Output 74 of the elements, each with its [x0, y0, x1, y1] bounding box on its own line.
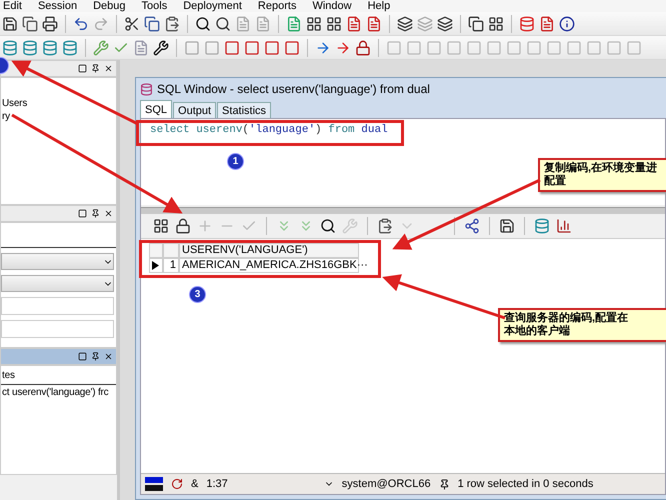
close-icon[interactable] — [104, 352, 113, 361]
grid-icon[interactable] — [153, 218, 169, 234]
save-icon[interactable] — [499, 218, 515, 234]
layers-icon[interactable] — [397, 16, 413, 32]
list-item[interactable]: ry — [1, 111, 116, 122]
database-icon[interactable] — [62, 40, 78, 56]
windows-icon[interactable] — [468, 16, 484, 32]
menu-item[interactable]: Debug — [93, 0, 126, 12]
document-icon[interactable] — [539, 16, 555, 32]
document-icon[interactable] — [346, 16, 362, 32]
tab[interactable]: SQL — [140, 100, 172, 118]
pin-icon[interactable] — [91, 64, 100, 73]
database-icon[interactable] — [2, 40, 18, 56]
column-header[interactable]: USERENV('LANGUAGE') — [179, 243, 359, 258]
grid-icon[interactable] — [488, 16, 504, 32]
pin-icon[interactable] — [91, 352, 100, 361]
status-message: 1 row selected in 0 seconds — [458, 478, 594, 490]
arrow-right-icon[interactable] — [335, 40, 351, 56]
row-number: 1 — [163, 258, 179, 273]
maximize-icon[interactable] — [78, 209, 87, 218]
database-icon[interactable] — [42, 40, 58, 56]
callout-note: 查询服务器的编码,配置在 本地的客户端 — [498, 308, 666, 342]
pin-icon[interactable] — [91, 209, 100, 218]
sql-code: select userenv('language') from dual — [150, 124, 388, 136]
copy-icon[interactable] — [144, 16, 160, 32]
sql-window-icon — [140, 82, 153, 96]
print-icon[interactable] — [42, 16, 58, 32]
arrow-right-icon[interactable] — [315, 40, 331, 56]
lock-icon[interactable] — [175, 218, 191, 234]
close-icon[interactable] — [104, 209, 113, 218]
menu-item[interactable]: Tools — [142, 0, 168, 12]
search-icon[interactable] — [215, 16, 231, 32]
ellipsis-button[interactable]: ··· — [356, 259, 368, 272]
menu-item[interactable]: Deployment — [183, 0, 242, 12]
wrench-icon[interactable] — [153, 40, 169, 56]
lock-icon[interactable] — [355, 40, 371, 56]
window-title: SQL Window - select userenv('language') from dual — [157, 82, 430, 96]
paste-icon[interactable] — [164, 16, 180, 32]
callout-note: 复制编码,在环境变量进 配置 — [538, 158, 666, 192]
list-item[interactable]: ct userenv('language') frc — [1, 387, 116, 398]
database-icon[interactable] — [22, 40, 38, 56]
maximize-icon[interactable] — [78, 352, 87, 361]
cut-icon[interactable] — [124, 16, 140, 32]
list-item[interactable]: Users — [1, 98, 116, 109]
save-icon[interactable] — [2, 16, 18, 32]
layers-icon[interactable] — [437, 16, 453, 32]
input-field[interactable] — [1, 297, 114, 315]
database-icon[interactable] — [519, 16, 535, 32]
bar-chart-icon[interactable] — [556, 218, 572, 234]
current-row-icon — [152, 261, 159, 270]
grid-corner — [163, 243, 179, 258]
tree-icon[interactable] — [464, 218, 480, 234]
connection-label[interactable]: system@ORCL66 — [342, 478, 431, 490]
database-icon[interactable] — [534, 218, 550, 234]
panel-tab[interactable]: tes — [1, 370, 116, 385]
menu-item[interactable]: Help — [368, 0, 390, 12]
spin-field[interactable] — [1, 320, 114, 338]
document-icon[interactable] — [366, 16, 382, 32]
menu-item[interactable]: Edit — [3, 0, 22, 12]
tab[interactable]: Output — [173, 102, 216, 118]
cursor-position: 1:37 — [206, 478, 228, 490]
refresh-icon[interactable] — [171, 478, 183, 490]
maximize-icon[interactable] — [78, 64, 87, 73]
menu-item[interactable]: Session — [38, 0, 78, 12]
status-symbol: & — [191, 478, 198, 490]
menu-item[interactable]: Reports — [258, 0, 296, 12]
clipboard-icon[interactable] — [377, 218, 393, 234]
pin-icon — [438, 478, 450, 490]
close-icon[interactable] — [104, 64, 113, 73]
undo-icon[interactable] — [73, 16, 89, 32]
info-icon[interactable] — [559, 16, 575, 32]
menu-item[interactable]: Window — [312, 0, 352, 12]
window-tiles-icon — [145, 477, 163, 491]
tab[interactable]: Statistics — [217, 102, 272, 118]
